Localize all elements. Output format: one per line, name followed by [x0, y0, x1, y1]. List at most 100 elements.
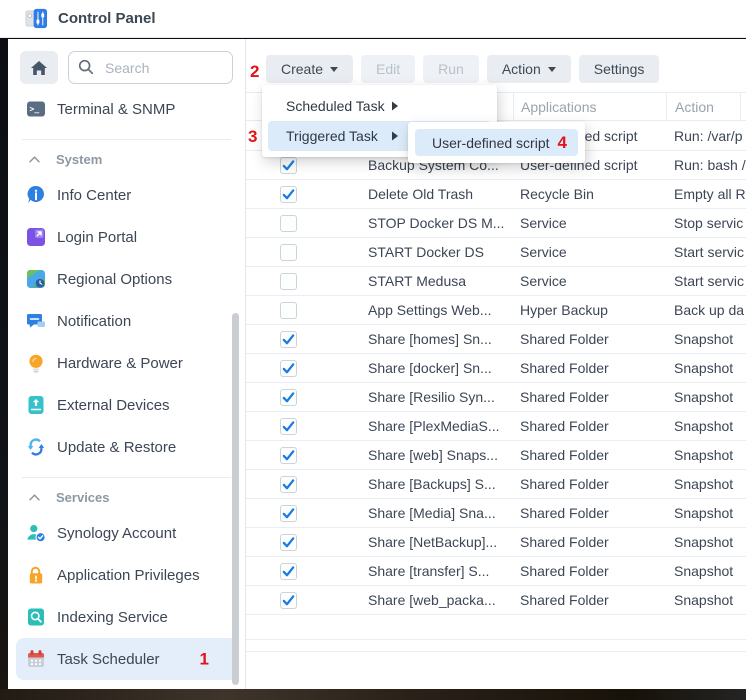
- action-cell: Stop servic: [666, 215, 746, 231]
- sidebar-section-label: Services: [56, 490, 110, 505]
- home-button[interactable]: [20, 51, 58, 84]
- sidebar-item-synology-account[interactable]: Synology Account: [16, 512, 237, 554]
- synology-account-icon: [26, 523, 46, 543]
- task-name-cell: START Docker DS: [330, 244, 513, 260]
- regional-options-icon: [26, 269, 46, 289]
- table-row[interactable]: App Settings Web...Hyper BackupBack up d…: [246, 296, 746, 325]
- sidebar-section-services[interactable]: Services: [16, 482, 237, 512]
- table-row[interactable]: Share [PlexMediaS...Shared FolderSnapsho…: [246, 412, 746, 441]
- row-checkbox[interactable]: [280, 273, 297, 290]
- checkbox-cell: [246, 302, 330, 319]
- row-checkbox[interactable]: [280, 592, 297, 609]
- sidebar-item-terminal-snmp[interactable]: >_Terminal & SNMP: [16, 88, 237, 130]
- table-row[interactable]: Share [Backups] S...Shared FolderSnapsho…: [246, 470, 746, 499]
- annotation-step-3: 3: [248, 128, 257, 145]
- task-name-cell: START Medusa: [330, 273, 513, 289]
- task-scheduler-icon: [26, 649, 46, 669]
- external-devices-icon: [26, 395, 46, 415]
- sidebar-scrollbar[interactable]: [232, 313, 239, 685]
- checkbox-cell: [246, 157, 330, 174]
- action-cell: Snapshot: [666, 447, 746, 463]
- caret-down-icon: [330, 67, 338, 72]
- checkbox-cell: [246, 447, 330, 464]
- main-panel: CreateEditRunActionSettings Applications…: [246, 39, 746, 689]
- control-panel-icon: [25, 7, 48, 30]
- task-name-cell: Share [Media] Sna...: [330, 505, 513, 521]
- table-row[interactable]: Share [homes] Sn...Shared FolderSnapshot: [246, 325, 746, 354]
- application-cell: Service: [513, 215, 666, 231]
- menu-item-label: Scheduled Task: [286, 98, 385, 114]
- row-checkbox[interactable]: [280, 418, 297, 435]
- sidebar-item-label: Login Portal: [57, 229, 137, 246]
- checkbox-cell: [246, 244, 330, 261]
- row-checkbox[interactable]: [280, 360, 297, 377]
- task-name-cell: Share [transfer] S...: [330, 563, 513, 579]
- table-row[interactable]: START MedusaServiceStart servic: [246, 267, 746, 296]
- toolbar-button-action[interactable]: Action: [487, 55, 571, 83]
- sidebar-section-system[interactable]: System: [16, 144, 237, 174]
- row-checkbox[interactable]: [280, 302, 297, 319]
- application-cell: Service: [513, 273, 666, 289]
- hardware-power-icon: [26, 353, 46, 373]
- window-titlebar[interactable]: Control Panel: [0, 0, 746, 38]
- application-cell: Shared Folder: [513, 534, 666, 550]
- column-header-action[interactable]: Action: [666, 93, 746, 120]
- table-row[interactable]: Share [Resilio Syn...Shared FolderSnapsh…: [246, 383, 746, 412]
- sidebar-item-label: Indexing Service: [57, 609, 168, 626]
- sidebar-item-application-privileges[interactable]: Application Privileges: [16, 554, 237, 596]
- submenu-item-user-defined-script[interactable]: User-defined script4: [415, 129, 578, 156]
- sidebar-item-notification[interactable]: Notification: [16, 300, 237, 342]
- sidebar-divider: [22, 139, 231, 140]
- sidebar-item-login-portal[interactable]: Login Portal: [16, 216, 237, 258]
- row-checkbox[interactable]: [280, 215, 297, 232]
- table-row[interactable]: STOP Docker DS M...ServiceStop servic: [246, 209, 746, 238]
- row-checkbox[interactable]: [280, 505, 297, 522]
- checkbox-cell: [246, 505, 330, 522]
- sidebar-item-update-restore[interactable]: Update & Restore: [16, 426, 237, 468]
- table-row[interactable]: Share [NetBackup]...Shared FolderSnapsho…: [246, 528, 746, 557]
- toolbar-button-settings[interactable]: Settings: [579, 55, 660, 83]
- toolbar-button-run: Run: [423, 55, 479, 83]
- task-name-cell: Delete Old Trash: [330, 186, 513, 202]
- sidebar-item-label: Info Center: [57, 187, 131, 204]
- desktop-wallpaper: [0, 689, 746, 700]
- sidebar-item-hardware-power[interactable]: Hardware & Power: [16, 342, 237, 384]
- row-checkbox[interactable]: [280, 244, 297, 261]
- search-input[interactable]: [103, 59, 224, 77]
- row-checkbox[interactable]: [280, 563, 297, 580]
- table-row[interactable]: Share [web_packa...Shared FolderSnapshot: [246, 586, 746, 615]
- search-box[interactable]: [68, 51, 233, 84]
- sidebar-item-info-center[interactable]: Info Center: [16, 174, 237, 216]
- table-row[interactable]: Share [docker] Sn...Shared FolderSnapsho…: [246, 354, 746, 383]
- menu-item-scheduled-task[interactable]: Scheduled Task: [268, 91, 491, 121]
- annotation-step-2: 2: [250, 63, 259, 80]
- table-row[interactable]: Share [transfer] S...Shared FolderSnapsh…: [246, 557, 746, 586]
- toolbar-button-create[interactable]: Create: [266, 55, 353, 83]
- sidebar-item-task-scheduler[interactable]: Task Scheduler1: [16, 638, 237, 680]
- row-checkbox[interactable]: [280, 331, 297, 348]
- row-checkbox[interactable]: [280, 534, 297, 551]
- table-row[interactable]: START Docker DSServiceStart servic: [246, 238, 746, 267]
- row-checkbox[interactable]: [280, 186, 297, 203]
- sidebar-item-regional-options[interactable]: Regional Options: [16, 258, 237, 300]
- chevron-up-icon: [28, 155, 41, 164]
- sidebar-item-label: External Devices: [57, 397, 170, 414]
- table-row[interactable]: Delete Old TrashRecycle BinEmpty all R: [246, 180, 746, 209]
- action-cell: Snapshot: [666, 331, 746, 347]
- chevron-up-icon: [28, 493, 41, 502]
- submenu-item-label: User-defined script: [432, 135, 550, 151]
- sidebar-item-indexing-service[interactable]: Indexing Service: [16, 596, 237, 638]
- home-icon: [29, 58, 49, 78]
- sidebar-item-external-devices[interactable]: External Devices: [16, 384, 237, 426]
- column-header-applications[interactable]: Applications: [513, 93, 666, 120]
- sidebar-item-label: Terminal & SNMP: [57, 101, 175, 118]
- submenu-arrow-icon: [392, 102, 398, 111]
- action-cell: Snapshot: [666, 534, 746, 550]
- row-checkbox[interactable]: [280, 157, 297, 174]
- row-checkbox[interactable]: [280, 476, 297, 493]
- table-row[interactable]: Share [Media] Sna...Shared FolderSnapsho…: [246, 499, 746, 528]
- row-checkbox[interactable]: [280, 389, 297, 406]
- table-row[interactable]: Share [web] Snaps...Shared FolderSnapsho…: [246, 441, 746, 470]
- row-checkbox[interactable]: [280, 447, 297, 464]
- action-cell: Snapshot: [666, 360, 746, 376]
